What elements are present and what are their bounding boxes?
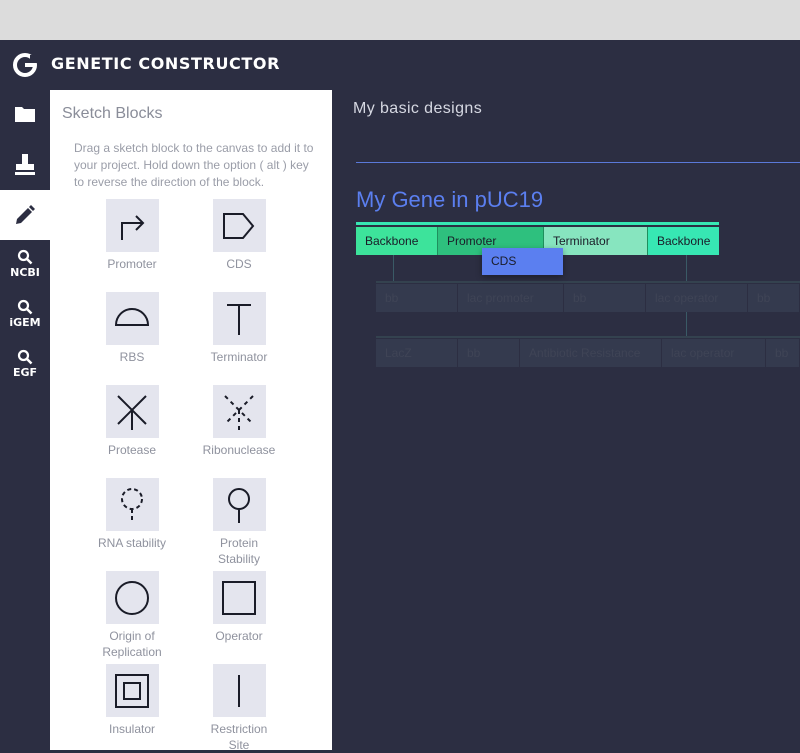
icon-sidebar: NCBI iGEM EGF (0, 90, 50, 750)
pencil-icon (16, 205, 35, 224)
sketch-block-protease[interactable]: Protease (92, 385, 172, 458)
panel-title: Sketch Blocks (62, 105, 163, 122)
stamp-icon (15, 154, 35, 175)
construct-backbone-line (356, 222, 719, 225)
project-divider (356, 162, 800, 163)
sketch-block-label: Protein Stability (217, 536, 261, 566)
search-icon (17, 249, 33, 265)
sub-block[interactable]: LacZ (376, 339, 458, 367)
protein-stability-icon (228, 487, 250, 523)
rna-stability-icon (121, 487, 143, 523)
sub-block[interactable]: Antibiotic Resistance (520, 339, 662, 367)
ncbi-search-button[interactable]: NCBI (0, 242, 50, 286)
sketch-block-origin-of-replication[interactable]: Origin of Replication (92, 571, 172, 660)
dragged-cds-block[interactable]: CDS (482, 248, 563, 275)
inventory-button[interactable] (0, 140, 50, 188)
project-title[interactable]: My basic designs (353, 100, 482, 118)
insulator-icon (115, 673, 149, 708)
terminator-icon (227, 303, 251, 335)
sketch-block-rna-stability[interactable]: RNA stability (92, 478, 172, 551)
origin-of-replication-icon (115, 580, 149, 615)
hierarchy-connector (393, 255, 394, 283)
sketch-block-label: Origin of Replication (102, 629, 162, 659)
sketch-block-label: RNA stability (97, 536, 167, 550)
design-canvas[interactable]: My basic designs My Gene in pUC19 Backbo… (332, 90, 800, 750)
sub-block[interactable]: bb (564, 284, 646, 312)
sub-block[interactable]: lac operator (646, 284, 748, 312)
sub-block[interactable]: bb (766, 339, 800, 367)
sketch-block-label: Operator (215, 629, 263, 643)
igem-search-button[interactable]: iGEM (0, 292, 50, 336)
sketch-block-protein-stability[interactable]: Protein Stability (199, 478, 279, 567)
operator-icon (222, 580, 256, 615)
panel-help-text: Drag a sketch block to the canvas to add… (74, 141, 314, 189)
block-backbone[interactable]: Backbone (356, 227, 437, 255)
app-title: GENETIC CONSTRUCTOR (51, 54, 281, 73)
search-icon (17, 349, 33, 365)
subconstruct-line (376, 281, 800, 283)
restriction-site-icon (238, 674, 240, 707)
sketch-block-operator[interactable]: Operator (199, 571, 279, 644)
ribonuclease-icon (224, 394, 254, 430)
sketch-block-insulator[interactable]: Insulator (92, 664, 172, 737)
sketch-block-label: Insulator (108, 722, 156, 736)
block-backbone[interactable]: Backbone (647, 227, 719, 255)
sketch-block-label: Protease (107, 443, 157, 457)
folder-icon (15, 107, 35, 122)
sketch-block-label: RBS (119, 350, 145, 364)
ncbi-label: NCBI (10, 266, 40, 279)
sketch-blocks-button[interactable] (0, 190, 50, 240)
browser-top-strip (0, 0, 800, 40)
sketch-block-label: CDS (226, 257, 252, 271)
projects-button[interactable] (0, 90, 50, 138)
sketch-block-label: Promoter (107, 257, 157, 271)
sketch-block-promoter[interactable]: Promoter (92, 199, 172, 272)
protease-icon (117, 394, 147, 430)
promoter-icon (121, 214, 145, 240)
construct-title[interactable]: My Gene in pUC19 (356, 187, 543, 213)
sketch-block-terminator[interactable]: Terminator (199, 292, 279, 365)
sketch-block-cds[interactable]: CDS (199, 199, 279, 272)
genetic-constructor-logo-icon[interactable] (12, 52, 38, 78)
egf-label: EGF (12, 366, 38, 379)
sketch-block-label: Terminator (210, 350, 268, 364)
sketch-block-restriction-site[interactable]: Restriction Site (199, 664, 279, 753)
sketch-block-label: Restriction Site (210, 722, 268, 752)
hierarchy-connector (686, 312, 687, 336)
sketch-block-label: Ribonuclease (202, 443, 276, 457)
search-icon (17, 299, 33, 315)
sub-block[interactable]: bb (376, 284, 458, 312)
sketch-blocks-panel: Sketch Blocks Drag a sketch block to the… (50, 90, 332, 753)
sub-block[interactable]: lac promoter (458, 284, 564, 312)
cds-icon (223, 212, 255, 239)
egf-search-button[interactable]: EGF (0, 342, 50, 386)
sketch-block-rbs[interactable]: RBS (92, 292, 172, 365)
sub-block[interactable]: lac operator (662, 339, 766, 367)
sub-block[interactable]: bb (458, 339, 520, 367)
sub-block[interactable]: bb (748, 284, 800, 312)
subconstruct-line (376, 336, 800, 338)
app-header: GENETIC CONSTRUCTOR (0, 40, 800, 88)
sketch-block-ribonuclease[interactable]: Ribonuclease (199, 385, 279, 458)
igem-label: iGEM (9, 316, 41, 329)
hierarchy-connector (686, 255, 687, 283)
rbs-icon (114, 307, 150, 326)
